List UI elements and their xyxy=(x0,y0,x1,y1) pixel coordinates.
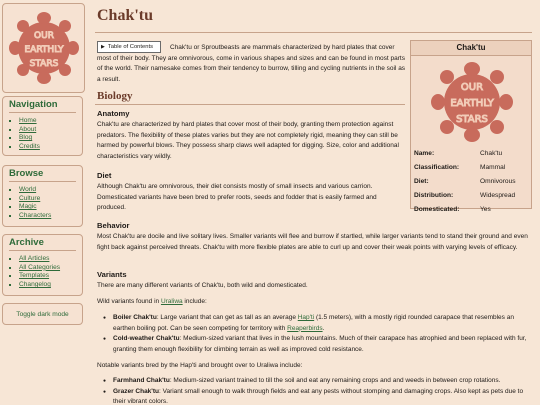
page-title: Chak'tu xyxy=(97,7,154,24)
link-uraliwa[interactable]: Uraliwa xyxy=(161,298,183,305)
title-divider xyxy=(95,32,532,33)
infobox-key: Domesticated: xyxy=(414,206,460,214)
infobox-table: Name: Chak'tu Classification: Mammal Diet:… xyxy=(413,146,531,217)
link-reaperbirds[interactable]: Reaperbirds xyxy=(287,325,322,332)
archive-link-templates[interactable]: Templates xyxy=(19,272,49,279)
variant-name: Cold-weather Chak'tu xyxy=(113,335,180,342)
browse-title: Browse xyxy=(9,168,76,182)
bred-variants-list: Farmhand Chak'tu: Medium-sized variant t… xyxy=(101,376,533,405)
infobox-row: Name: Chak'tu xyxy=(413,146,531,160)
notable-variants-intro: Notable variants bred by the Hap'ti and … xyxy=(97,362,303,369)
intro-paragraph: Chak'tu or Sproutbeasts are mammals char… xyxy=(97,44,406,83)
browse-link-magic[interactable]: Magic xyxy=(19,203,37,210)
infobox-key: Diet: xyxy=(414,177,429,185)
logo-text-2: EARTHLY xyxy=(24,45,64,55)
infobox-key: Classification: xyxy=(414,163,460,171)
anatomy-paragraph: Chak'tu are characterized by hard plates… xyxy=(97,121,399,160)
infobox-value: Yes xyxy=(480,206,491,214)
subheading-anatomy: Anatomy xyxy=(97,109,130,118)
article-content: Chak'tu ▶ Table of Contents Chak'tu or S… xyxy=(95,0,535,405)
link-hapti[interactable]: Hap'ti xyxy=(298,314,314,321)
list-item: Grazer Chak'tu: Variant small enough to … xyxy=(101,387,533,405)
wild-intro-text: Wild variants found in xyxy=(97,298,161,305)
variant-name: Grazer Chak'tu xyxy=(113,387,159,395)
list-item: Farmhand Chak'tu: Medium-sized variant t… xyxy=(101,376,533,387)
list-item: Cold-weather Chak'tu: Medium-sized varia… xyxy=(101,334,533,355)
logo-text-1: OUR xyxy=(34,31,54,41)
nav-link-about[interactable]: About xyxy=(19,126,36,133)
infobox-value: Omnivorous xyxy=(480,177,516,185)
archive-link-all-articles[interactable]: All Articles xyxy=(19,255,49,262)
list-item: Boiler Chak'tu: Large variant that can g… xyxy=(101,313,533,334)
wild-variants-intro: Wild variants found in Uraliwa include: xyxy=(97,297,534,308)
infobox-row: Distribution: Widespread xyxy=(413,189,531,203)
infobox-key: Distribution: xyxy=(414,192,454,200)
site-logo[interactable]: OUR EARTHLY STARS xyxy=(2,3,85,93)
subheading-behavior: Behavior xyxy=(97,221,130,230)
navigation-title: Navigation xyxy=(9,99,76,113)
dark-mode-toggle-button[interactable]: Toggle dark mode xyxy=(2,303,83,325)
browse-link-world[interactable]: World xyxy=(19,186,36,193)
nav-link-credits[interactable]: Credits xyxy=(19,143,40,150)
emblem-text-3: STARS xyxy=(456,114,488,125)
infobox-value: Widespread xyxy=(480,192,516,200)
variants-paragraph: There are many different variants of Cha… xyxy=(97,282,308,289)
archive-panel: Archive All Articles All Categories Temp… xyxy=(2,234,83,296)
browse-panel: Browse World Culture Magic Characters xyxy=(2,165,83,227)
infobox-emblem-image: OUR EARTHLY STARS xyxy=(431,62,513,142)
infobox-key: Name: xyxy=(414,149,435,157)
browse-link-culture[interactable]: Culture xyxy=(19,195,40,202)
wild-intro-suffix: include: xyxy=(182,298,207,305)
infobox-value: Mammal xyxy=(480,163,506,171)
archive-link-all-categories[interactable]: All Categories xyxy=(19,264,60,271)
nav-link-blog[interactable]: Blog xyxy=(19,134,32,141)
logo-emblem: OUR EARTHLY STARS xyxy=(8,12,79,84)
section-heading-biology: Biology xyxy=(97,90,133,102)
biology-divider xyxy=(95,104,405,105)
archive-title: Archive xyxy=(9,237,76,251)
logo-text-3: STARS xyxy=(29,59,58,69)
infobox-row: Domesticated: Yes xyxy=(413,203,531,217)
emblem-text-1: OUR xyxy=(461,82,483,93)
nav-link-home[interactable]: Home xyxy=(19,117,37,124)
variant-name: Farmhand Chak'tu xyxy=(113,377,170,384)
infobox-row: Diet: Omnivorous xyxy=(413,174,531,188)
infobox-value: Chak'tu xyxy=(480,149,503,157)
infobox-row: Classification: Mammal xyxy=(413,160,531,174)
subheading-variants: Variants xyxy=(97,270,127,279)
wild-variants-list: Boiler Chak'tu: Large variant that can g… xyxy=(101,313,533,355)
navigation-panel: Navigation Home About Blog Credits xyxy=(2,96,83,156)
subheading-diet: Diet xyxy=(97,171,112,180)
infobox-title: Chak'tu xyxy=(411,41,531,56)
behavior-paragraph: Most Chak'tu are docile and live solitar… xyxy=(97,233,528,251)
variant-name: Boiler Chak'tu xyxy=(113,314,157,321)
browse-link-characters[interactable]: Characters xyxy=(19,212,51,219)
emblem-text-2: EARTHLY xyxy=(450,98,494,109)
infobox: Chak'tu OUR EARTHLY STARS Name: Chak'tu C xyxy=(410,40,532,213)
archive-link-changelog[interactable]: Changelog xyxy=(19,281,51,288)
diet-paragraph: Although Chak'tu are omnivorous, their d… xyxy=(97,183,377,211)
